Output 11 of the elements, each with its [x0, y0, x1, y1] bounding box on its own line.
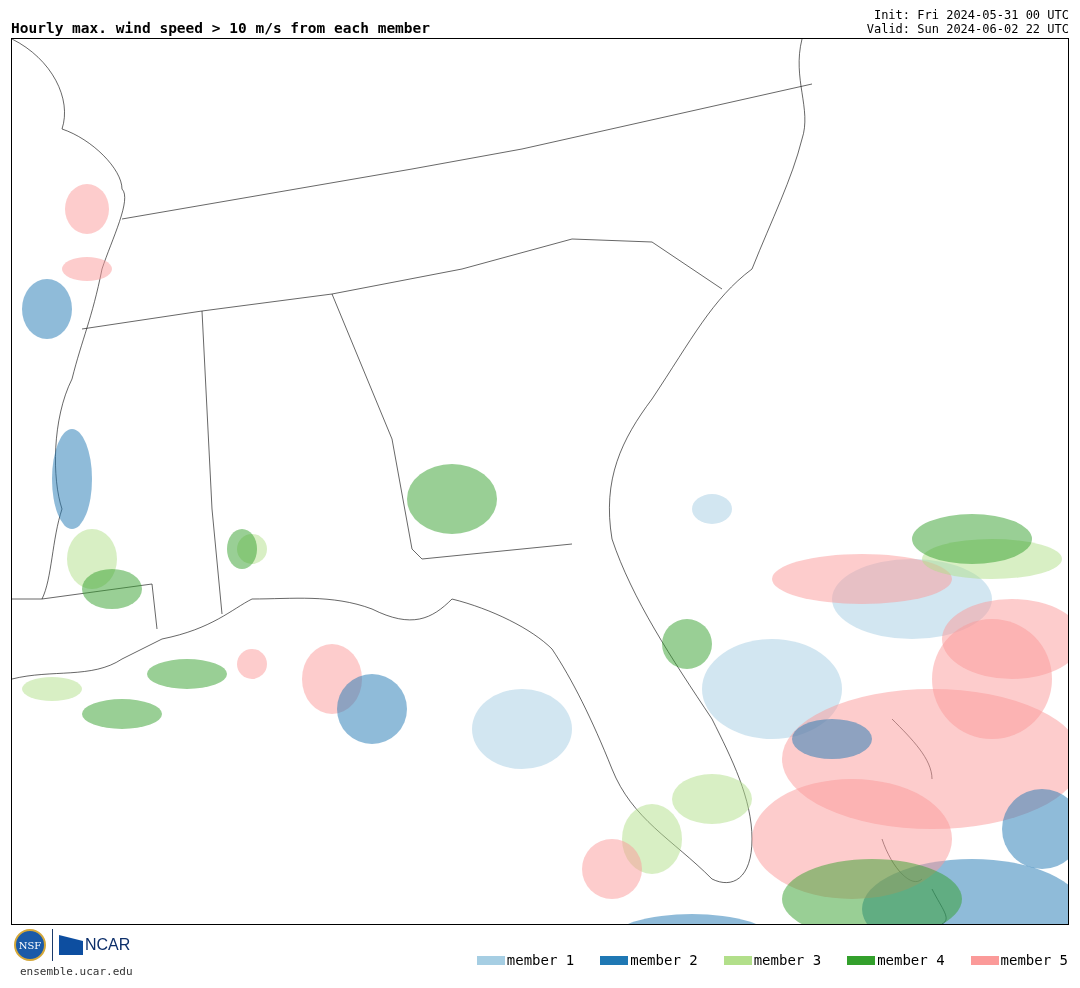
- legend-label: member 2: [630, 952, 698, 968]
- legend-label: member 3: [753, 952, 822, 968]
- plot-title: Hourly max. wind speed > 10 m/s from each member: [11, 20, 431, 36]
- nsf-logo: NSF: [14, 929, 46, 961]
- site-url: ensemble.ucar.edu: [19, 965, 133, 978]
- valid-time: Valid: Sun 2024-06-02 22 UTC: [866, 22, 1069, 36]
- legend-label: member 1: [506, 952, 575, 968]
- legend-label: member 5: [1000, 952, 1068, 968]
- ncar-logo: NCAR: [85, 936, 131, 954]
- init-time: Init: Fri 2024-05-31 00 UTC: [873, 8, 1069, 22]
- legend-label: member 4: [877, 952, 945, 968]
